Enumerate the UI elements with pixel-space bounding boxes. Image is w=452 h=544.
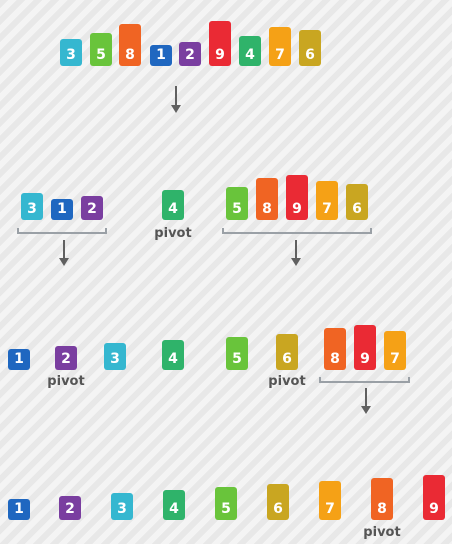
value-3-bar: 3 (104, 343, 126, 370)
value-1-bar: 1 (8, 499, 30, 520)
value-3-bar: 3 (60, 39, 82, 66)
value-2-bar: 2 (59, 496, 81, 520)
value-2-bar: 2 (55, 346, 77, 370)
value-8-bar: 8 (119, 24, 141, 66)
value-8-bar: 8 (256, 178, 278, 220)
value-5-bar: 5 (226, 337, 248, 370)
value-8-bar: 8 (371, 478, 393, 520)
value-6-bar: 6 (267, 484, 289, 520)
value-2-bar: 2 (81, 196, 103, 220)
pivot-label: pivot (154, 226, 192, 241)
value-9-bar: 9 (286, 175, 308, 220)
partition-bracket (319, 377, 410, 383)
value-7-bar: 7 (269, 27, 291, 66)
value-1-bar: 1 (51, 199, 73, 220)
value-3-bar: 3 (111, 493, 133, 520)
pivot-label: pivot (47, 374, 85, 389)
value-6-bar: 6 (276, 334, 298, 370)
value-5-bar: 5 (215, 487, 237, 520)
value-1-bar: 1 (150, 45, 172, 66)
quicksort-diagram: 3 5 8 1 2 9 4 7 6 3 1 2 4 pivot 5 8 9 7 6 1 2 pivot 3 4 5 6 pivot 8… (0, 0, 452, 544)
value-5-bar: 5 (226, 187, 248, 220)
pivot-label: pivot (363, 525, 401, 540)
value-8-bar: 8 (324, 328, 346, 370)
value-7-bar: 7 (316, 181, 338, 220)
pivot-label: pivot (268, 374, 306, 389)
value-2-bar: 2 (179, 42, 201, 66)
value-1-bar: 1 (8, 349, 30, 370)
value-9-bar: 9 (209, 21, 231, 66)
value-7-bar: 7 (384, 331, 406, 370)
value-9-bar: 9 (354, 325, 376, 370)
value-4-bar: 4 (239, 36, 261, 66)
value-6-bar: 6 (299, 30, 321, 66)
value-4-bar: 4 (163, 490, 185, 520)
value-6-bar: 6 (346, 184, 368, 220)
value-3-bar: 3 (21, 193, 43, 220)
value-7-bar: 7 (319, 481, 341, 520)
partition-bracket (17, 228, 107, 234)
value-5-bar: 5 (90, 33, 112, 66)
value-4-bar: 4 (162, 190, 184, 220)
value-9-bar: 9 (423, 475, 445, 520)
partition-bracket (222, 228, 372, 234)
value-4-bar: 4 (162, 340, 184, 370)
